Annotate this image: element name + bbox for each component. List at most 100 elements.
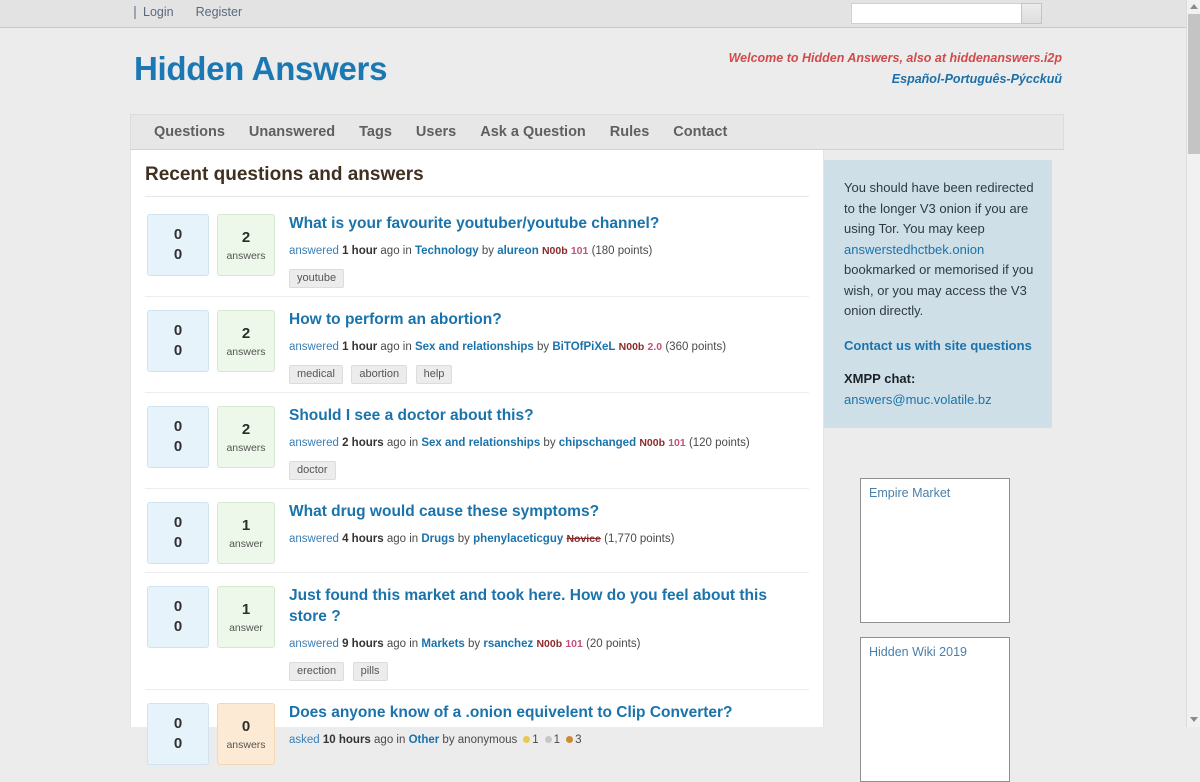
ad-box-empire-market[interactable]: Empire Market	[860, 478, 1010, 623]
question-list-item[interactable]: 0 0 2 answers Should I see a doctor abou…	[145, 393, 809, 489]
meta-ago-in: ago in	[377, 341, 415, 353]
xmpp-address-link[interactable]: answers@muc.volatile.bz	[844, 392, 992, 407]
bronze-badge-count: 3	[575, 734, 581, 746]
nav-link-unanswered[interactable]: Unanswered	[237, 115, 347, 149]
question-body: Just found this market and took here. Ho…	[275, 583, 807, 681]
nav-link-rules[interactable]: Rules	[598, 115, 662, 149]
tag-link[interactable]: erection	[289, 662, 344, 681]
meta-category-link[interactable]: Technology	[415, 245, 479, 257]
meta-user-anonymous: anonymous	[458, 734, 517, 746]
question-list-item[interactable]: 0 0 0 answers Does anyone know of a .oni…	[145, 690, 809, 774]
meta-rank-title: N00b	[536, 638, 562, 650]
question-title-link[interactable]: What drug would cause these symptoms?	[289, 501, 807, 522]
meta-category-link[interactable]: Other	[409, 734, 440, 746]
nav-link-users[interactable]: Users	[404, 115, 468, 149]
meta-rank-number: 101	[565, 638, 583, 650]
nav-link-contact[interactable]: Contact	[661, 115, 739, 149]
register-link[interactable]: Register	[196, 5, 243, 19]
tag-link[interactable]: abortion	[351, 365, 407, 384]
meta-rank-title: N00b	[619, 341, 645, 353]
meta-user-link[interactable]: phenylaceticguy	[473, 533, 563, 545]
nav-link-questions[interactable]: Questions	[142, 115, 237, 149]
language-links: Español-Português-Pýcckuŭ	[892, 69, 1062, 89]
meta-category-link[interactable]: Drugs	[421, 533, 454, 545]
nav-link-ask-a-question[interactable]: Ask a Question	[468, 115, 598, 149]
nav-item-unanswered[interactable]: Unanswered	[237, 115, 347, 149]
meta-by: by	[479, 245, 498, 257]
nav-item-rules[interactable]: Rules	[598, 115, 662, 149]
search-form	[851, 3, 1042, 24]
question-meta: answered 2 hours ago in Sex and relation…	[289, 435, 807, 451]
tag-link[interactable]: medical	[289, 365, 343, 384]
contact-us-link[interactable]: Contact us with site questions	[844, 336, 1032, 356]
question-body: What drug would cause these symptoms? an…	[275, 499, 807, 547]
scroll-up-arrow-icon[interactable]	[1187, 0, 1200, 14]
bronze-badge-icon	[566, 736, 573, 743]
tag-link[interactable]: pills	[353, 662, 388, 681]
ad-link-hidden-wiki[interactable]: Hidden Wiki 2019	[869, 645, 967, 659]
meta-by: by	[465, 638, 484, 650]
question-title-link[interactable]: Just found this market and took here. Ho…	[289, 585, 807, 627]
page-body: Recent questions and answers 0 0 2 answe…	[130, 150, 1064, 727]
meta-user-link[interactable]: rsanchez	[483, 638, 533, 650]
answer-count: 2	[242, 325, 250, 343]
ad-box-hidden-wiki[interactable]: Hidden Wiki 2019	[860, 637, 1010, 782]
meta-user-link[interactable]: BiTOfPiXeL	[552, 341, 615, 353]
nav-item-tags[interactable]: Tags	[347, 115, 404, 149]
votes-down: 0	[174, 617, 182, 637]
site-tagline: Welcome to Hidden Answers, also at hidde…	[729, 48, 1062, 68]
meta-action: asked	[289, 734, 320, 746]
ad-link-empire-market[interactable]: Empire Market	[869, 486, 950, 500]
page-scrollbar[interactable]	[1186, 0, 1200, 727]
answer-count: 1	[242, 517, 250, 535]
meta-ago-in: ago in	[377, 245, 415, 257]
question-list-item[interactable]: 0 0 2 answers How to perform an abortion…	[145, 297, 809, 393]
question-title-link[interactable]: Does anyone know of a .onion equivelent …	[289, 702, 807, 723]
site-logo[interactable]: Hidden Answers	[134, 50, 387, 88]
answer-count-label: answers	[226, 739, 265, 751]
question-list-item[interactable]: 0 0 2 answers What is your favourite you…	[145, 201, 809, 297]
question-list-item[interactable]: 0 0 1 answer Just found this market and …	[145, 573, 809, 690]
meta-category-link[interactable]: Markets	[421, 638, 464, 650]
language-link-es[interactable]: Español	[892, 72, 941, 86]
meta-action: answered	[289, 533, 339, 545]
language-link-pt[interactable]: Português	[945, 72, 1007, 86]
scroll-down-arrow-icon[interactable]	[1187, 713, 1200, 727]
votes-up: 0	[174, 417, 182, 437]
silver-badge-count: 1	[554, 734, 560, 746]
answer-count-box: 2 answers	[217, 406, 275, 468]
meta-user-link[interactable]: alureon	[497, 245, 539, 257]
meta-category-link[interactable]: Sex and relationships	[421, 437, 540, 449]
nav-item-contact[interactable]: Contact	[661, 115, 739, 149]
nav-item-questions[interactable]: Questions	[142, 115, 237, 149]
question-body: What is your favourite youtuber/youtube …	[275, 211, 807, 288]
vote-count-box: 0 0	[147, 703, 209, 765]
nav-item-users[interactable]: Users	[404, 115, 468, 149]
onion-address-link[interactable]: answerstedhctbek.onion	[844, 242, 984, 257]
xmpp-chat-label: XMPP chat:	[844, 369, 1034, 390]
question-counters: 0 0 1 answer	[147, 583, 275, 648]
vote-count-box: 0 0	[147, 214, 209, 276]
nav-item-ask-a-question[interactable]: Ask a Question	[468, 115, 598, 149]
tag-link[interactable]: doctor	[289, 461, 336, 480]
question-title-link[interactable]: Should I see a doctor about this?	[289, 405, 807, 426]
search-input[interactable]	[851, 3, 1021, 24]
tag-link[interactable]: help	[416, 365, 453, 384]
meta-rank-number: 101	[571, 245, 589, 257]
meta-user-link[interactable]: chipschanged	[559, 437, 636, 449]
meta-points: (180 points)	[592, 245, 653, 257]
nav-link-tags[interactable]: Tags	[347, 115, 404, 149]
language-link-ru[interactable]: Pýcckuŭ	[1011, 72, 1062, 86]
question-title-link[interactable]: How to perform an abortion?	[289, 309, 807, 330]
votes-down: 0	[174, 734, 182, 754]
tag-link[interactable]: youtube	[289, 269, 344, 288]
meta-category-link[interactable]: Sex and relationships	[415, 341, 534, 353]
scrollbar-thumb[interactable]	[1188, 14, 1200, 154]
search-button[interactable]	[1021, 3, 1042, 24]
gold-badge-icon	[523, 736, 530, 743]
meta-time: 1 hour	[342, 245, 377, 257]
meta-rank-number: 101	[668, 437, 686, 449]
login-link[interactable]: Login	[143, 5, 174, 19]
question-title-link[interactable]: What is your favourite youtuber/youtube …	[289, 213, 807, 234]
question-list-item[interactable]: 0 0 1 answer What drug would cause these…	[145, 489, 809, 573]
